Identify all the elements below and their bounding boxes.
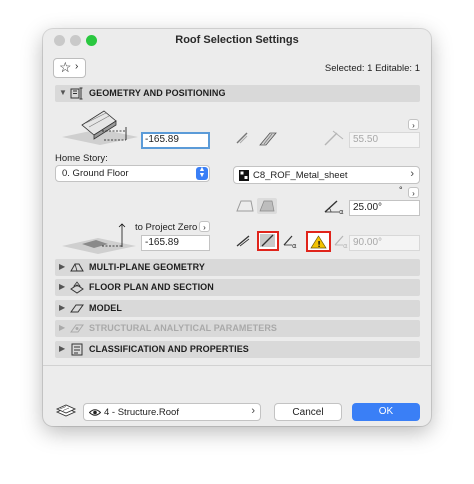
disclosure-down-icon: ▼: [59, 88, 67, 97]
home-story-select[interactable]: 0. Ground Floor ▲ ▼: [55, 165, 210, 182]
project-zero-field[interactable]: -165.89: [141, 235, 210, 251]
edge-custom-angle-icon[interactable]: α: [282, 233, 300, 249]
edge-perpendicular-icon: [260, 234, 275, 247]
disclosure-right-icon: ▶: [59, 303, 66, 312]
svg-text:α: α: [343, 242, 348, 249]
footer-divider: [43, 365, 431, 366]
disclosure-right-icon: ▶: [59, 262, 66, 271]
favorites-button[interactable]: ☆ ›: [53, 58, 86, 78]
disclosure-right-icon: ▶: [59, 282, 66, 291]
model-icon: [70, 304, 84, 313]
layer-value: 4 - Structure.Roof: [104, 407, 179, 418]
ok-button[interactable]: OK: [352, 403, 420, 421]
section-floor-plan-and-section[interactable]: ▶ FLOOR PLAN AND SECTION: [55, 279, 420, 296]
degree-unit-label: °: [399, 185, 403, 195]
multi-plane-icon: [70, 263, 84, 272]
building-material-value: C8_ROF_Metal_sheet: [253, 170, 348, 181]
cancel-button[interactable]: Cancel: [274, 403, 342, 421]
floor-plan-icon: [70, 281, 84, 294]
classification-icon: [71, 343, 83, 356]
section-label: MULTI-PLANE GEOMETRY: [89, 262, 205, 272]
eye-icon: [89, 409, 101, 416]
roof-selection-settings-dialog: Roof Selection Settings ☆ › Selected: 1 …: [43, 29, 431, 426]
chevron-right-icon: ›: [75, 61, 79, 72]
section-geometry-and-positioning[interactable]: ▼ GEOMETRY AND POSITIONING: [55, 85, 420, 102]
pitch-angle-icon: α: [324, 200, 344, 215]
edge-vertical-icon[interactable]: [235, 234, 251, 248]
roof-plane-solid-icon[interactable]: [256, 197, 278, 215]
material-swatch-icon: [239, 170, 249, 181]
home-story-value: 0. Ground Floor: [62, 168, 129, 179]
section-label: GEOMETRY AND POSITIONING: [89, 88, 226, 98]
thickness-dimension-icon: [324, 130, 344, 146]
chevron-right-icon: ›: [410, 168, 414, 180]
reference-level-chevron-icon[interactable]: ›: [199, 221, 210, 232]
roof-thickness-icon[interactable]: [258, 131, 278, 147]
section-label: CLASSIFICATION AND PROPERTIES: [89, 344, 249, 354]
section-multi-plane-geometry[interactable]: ▶ MULTI-PLANE GEOMETRY: [55, 259, 420, 276]
updown-icon: ▲ ▼: [196, 166, 208, 180]
section-structural-analytical-parameters: ▶ STRUCTURAL ANALYTICAL PARAMETERS: [55, 320, 420, 337]
geometry-positioning-icon: [70, 87, 83, 100]
thickness-field: 55.50: [349, 132, 420, 148]
to-project-zero-label: to Project Zero: [135, 222, 198, 233]
layers-icon: [55, 404, 77, 417]
disclosure-right-icon: ▶: [59, 344, 66, 353]
warning-button[interactable]: !: [306, 231, 331, 252]
project-zero-diagram-icon: [62, 223, 136, 254]
roof-top-offset-diagram-icon: [62, 110, 138, 145]
home-story-label: Home Story:: [55, 153, 108, 164]
pencil-hatch-icon: [236, 132, 248, 144]
svg-text:!: !: [317, 240, 321, 249]
pitch-field[interactable]: 25.00°: [349, 200, 420, 216]
section-label: STRUCTURAL ANALYTICAL PARAMETERS: [89, 323, 278, 333]
angle-unit-chevron-icon[interactable]: ›: [408, 187, 419, 198]
top-offset-field[interactable]: -165.89: [141, 132, 210, 149]
roof-plane-outline-icon[interactable]: [235, 199, 255, 213]
section-classification-and-properties[interactable]: ▶ CLASSIFICATION AND PROPERTIES: [55, 341, 420, 358]
section-model[interactable]: ▶ MODEL: [55, 300, 420, 317]
section-label: FLOOR PLAN AND SECTION: [89, 282, 214, 292]
edge-perpendicular-button[interactable]: [257, 231, 279, 251]
disclosure-right-icon: ▶: [59, 323, 66, 332]
selection-info: Selected: 1 Editable: 1: [324, 63, 420, 74]
star-icon: ☆: [59, 59, 72, 75]
svg-text:α: α: [292, 242, 297, 249]
window-title: Roof Selection Settings: [175, 34, 299, 46]
svg-text:α: α: [339, 208, 344, 215]
title-bar: Roof Selection Settings: [43, 29, 431, 51]
chevron-right-icon: ›: [251, 405, 255, 417]
structural-analytical-icon: [70, 324, 84, 333]
section-label: MODEL: [89, 303, 122, 313]
warning-icon: !: [310, 235, 327, 249]
building-material-select[interactable]: C8_ROF_Metal_sheet ›: [233, 166, 420, 184]
expand-chevron-icon[interactable]: ›: [408, 119, 419, 130]
edge-angle-field: 90.00°: [349, 235, 420, 251]
layer-select[interactable]: 4 - Structure.Roof ›: [83, 403, 261, 421]
